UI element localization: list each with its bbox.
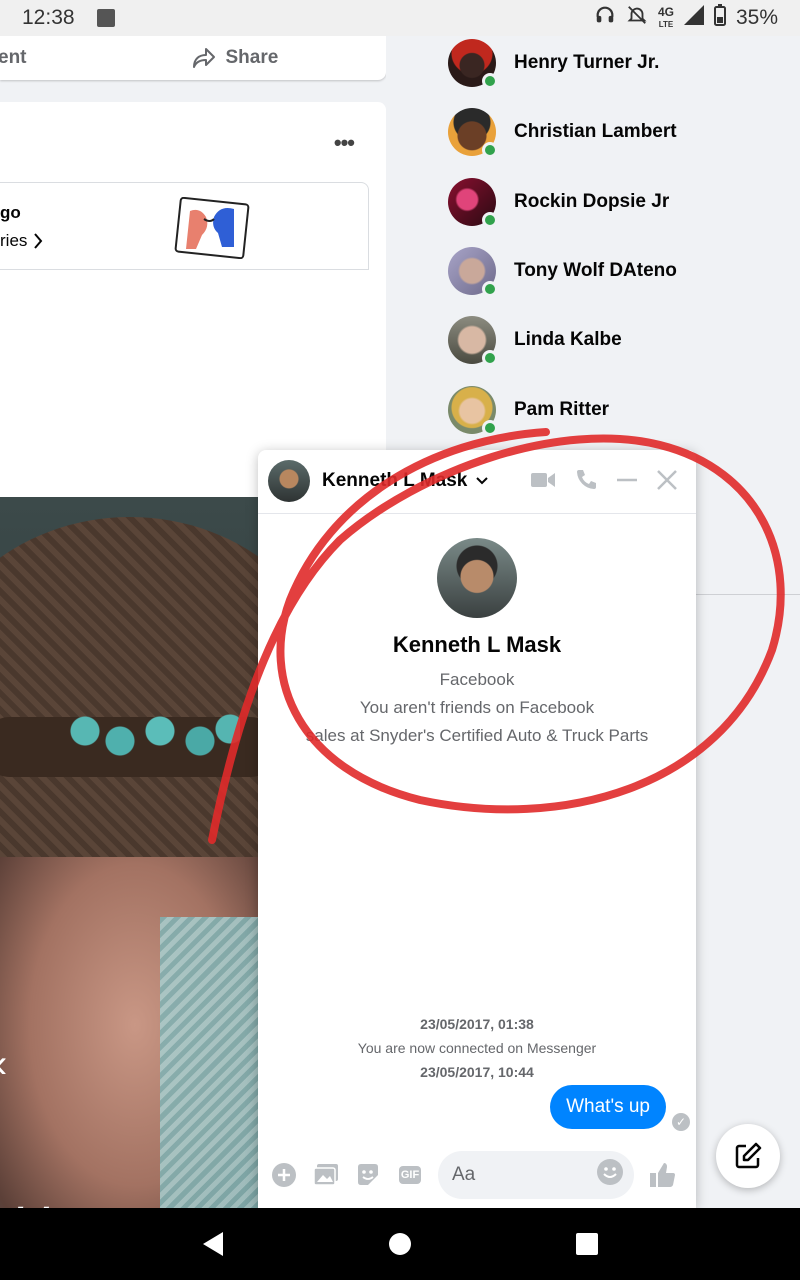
like-icon[interactable]: [648, 1161, 676, 1189]
message-composer: GIF Aa: [258, 1148, 696, 1202]
network-indicator: 4G LTE: [657, 4, 674, 29]
contact-item[interactable]: Christian Lambert: [448, 107, 677, 158]
emoji-icon[interactable]: [596, 1158, 624, 1192]
timestamp: 23/05/2017, 10:44: [420, 1064, 534, 1080]
comment-button[interactable]: ent: [0, 47, 27, 69]
share-button[interactable]: Share: [192, 47, 279, 69]
contact-item[interactable]: Henry Turner Jr.: [448, 38, 660, 89]
post-action-bar: ent Share: [0, 36, 386, 80]
carousel-prev-icon[interactable]: ‹: [0, 1042, 7, 1087]
back-icon[interactable]: [201, 1231, 225, 1257]
plus-icon[interactable]: [270, 1161, 298, 1189]
photo-icon[interactable]: [312, 1161, 340, 1189]
contact-name: Linda Kalbe: [514, 329, 622, 350]
new-message-button[interactable]: [716, 1124, 780, 1188]
phone-icon[interactable]: [574, 468, 598, 492]
divider: [694, 594, 800, 595]
avatar: [448, 39, 498, 89]
online-indicator: [482, 142, 498, 158]
chat-header-avatar[interactable]: [268, 460, 310, 502]
mute-icon: [626, 4, 648, 32]
sticker-image: [174, 197, 250, 259]
contact-item[interactable]: Rockin Dopsie Jr: [448, 177, 670, 228]
contact-name: Tony Wolf DAteno: [514, 260, 677, 281]
sent-check-icon: ✓: [672, 1113, 690, 1131]
home-icon[interactable]: [388, 1232, 412, 1256]
minimize-icon[interactable]: [616, 469, 638, 491]
avatar: [448, 108, 498, 158]
link-title: go: [0, 203, 21, 222]
avatar: [448, 386, 498, 436]
share-label: Share: [225, 47, 279, 68]
post-more-button[interactable]: •••: [334, 130, 355, 156]
contact-name: Christian Lambert: [514, 121, 677, 142]
profile-avatar[interactable]: [437, 538, 517, 618]
online-indicator: [482, 281, 498, 297]
profile-work: sales at Snyder's Certified Auto & Truck…: [305, 726, 649, 745]
online-indicator: [482, 420, 498, 436]
profile-details: Facebook You aren't friends on Facebook …: [258, 666, 696, 750]
photo-script-text: ᵗᵗℓ: [10, 1187, 102, 1208]
notification-icon: [96, 9, 115, 27]
timestamp: 23/05/2017, 01:38: [420, 1016, 534, 1032]
chevron-down-icon: [476, 477, 489, 485]
online-indicator: [482, 73, 498, 89]
status-time: 12:38: [22, 6, 75, 29]
contact-name: Henry Turner Jr.: [514, 52, 660, 73]
link-subtitle: ries: [0, 231, 43, 251]
share-icon: [192, 48, 215, 68]
connected-notice: You are now connected on Messenger: [357, 1040, 597, 1056]
avatar: [448, 316, 498, 366]
contact-item[interactable]: Linda Kalbe: [448, 315, 622, 366]
contact-item[interactable]: Pam Ritter: [448, 385, 610, 436]
avatar: [448, 178, 498, 228]
sent-message-bubble[interactable]: What's up: [550, 1085, 666, 1129]
profile-source: Facebook: [439, 670, 515, 689]
recents-icon[interactable]: [575, 1232, 599, 1256]
chat-header-actions: [530, 468, 678, 492]
contact-item[interactable]: Tony Wolf DAteno: [448, 246, 677, 297]
battery-percent: 35%: [735, 6, 778, 29]
online-indicator: [482, 212, 498, 228]
gif-icon[interactable]: GIF: [396, 1161, 424, 1189]
online-indicator: [482, 350, 498, 366]
headphones-icon: [594, 4, 616, 32]
chat-header: Kenneth L Mask: [258, 450, 696, 514]
link-preview[interactable]: go ries: [0, 182, 369, 270]
compose-icon: [735, 1142, 762, 1169]
chevron-right-icon: [34, 233, 43, 249]
contact-name: Pam Ritter: [514, 399, 610, 420]
close-icon[interactable]: [656, 469, 678, 491]
status-right: 4G LTE 35%: [594, 4, 778, 32]
profile-name: Kenneth L Mask: [392, 632, 562, 657]
chat-header-name[interactable]: Kenneth L Mask: [322, 470, 489, 492]
contact-name: Rockin Dopsie Jr: [514, 191, 670, 212]
battery-icon: [713, 4, 726, 32]
navigation-bar: [0, 1208, 800, 1280]
status-bar: 12:38 4G LTE 35%: [0, 0, 800, 36]
message-timeline: 23/05/2017, 01:38 You are now connected …: [258, 1012, 696, 1084]
avatar: [448, 247, 498, 297]
chat-profile-intro: Kenneth L Mask Facebook You aren't frien…: [258, 538, 696, 750]
sticker-icon[interactable]: [354, 1161, 382, 1189]
message-input-placeholder: Aa: [452, 1164, 476, 1185]
message-input[interactable]: Aa: [438, 1151, 634, 1199]
chat-window: Kenneth L Mask Kenneth L Mask Facebook Y…: [258, 450, 696, 1208]
video-call-icon[interactable]: [530, 469, 556, 491]
signal-icon: [683, 5, 704, 31]
profile-relation: You aren't friends on Facebook: [359, 698, 595, 717]
